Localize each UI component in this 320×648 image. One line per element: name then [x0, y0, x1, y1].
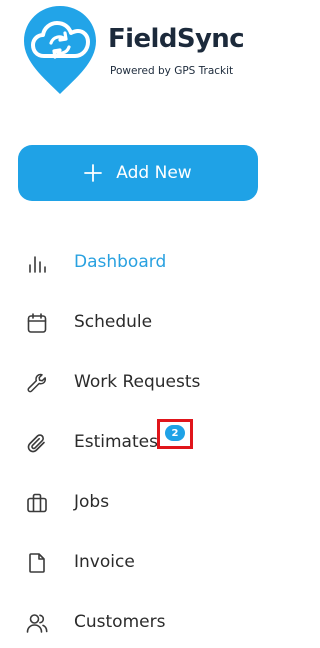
- sidebar-item-label: Work Requests: [74, 372, 201, 392]
- brand-name: FieldSync: [108, 24, 245, 54]
- calendar-icon: [26, 312, 48, 334]
- sidebar-item-work-requests[interactable]: Work Requests: [0, 361, 279, 405]
- sidebar-item-dashboard[interactable]: Dashboard: [0, 241, 279, 285]
- sidebar-item-jobs[interactable]: Jobs: [0, 481, 279, 525]
- sidebar-item-label: Estimates: [74, 432, 158, 452]
- sidebar-item-label: Invoice: [74, 552, 135, 572]
- sidebar-item-estimates[interactable]: Estimates: [0, 421, 279, 465]
- estimates-badge-highlight: 2: [157, 419, 193, 449]
- briefcase-icon: [26, 492, 48, 514]
- sidebar-item-label: Jobs: [74, 492, 110, 512]
- paperclip-icon: [26, 432, 48, 454]
- users-icon: [26, 612, 48, 634]
- sidebar-item-invoice[interactable]: Invoice: [0, 541, 279, 585]
- count-badge: 2: [165, 425, 185, 441]
- cloud-sync-pin-icon: [24, 6, 96, 94]
- add-new-label: Add New: [116, 163, 192, 183]
- sidebar-item-label: Customers: [74, 612, 166, 632]
- bar-chart-icon: [26, 252, 48, 274]
- plus-icon: [84, 164, 103, 182]
- sidebar: FieldSync Powered by GPS Trackit Add New…: [0, 0, 279, 648]
- sidebar-item-schedule[interactable]: Schedule: [0, 301, 279, 345]
- add-new-button[interactable]: Add New: [18, 145, 258, 201]
- wrench-icon: [26, 372, 48, 394]
- sidebar-item-label: Dashboard: [74, 252, 167, 272]
- document-icon: [26, 552, 48, 574]
- brand-tagline: Powered by GPS Trackit: [110, 65, 234, 77]
- sidebar-item-customers[interactable]: Customers: [0, 601, 279, 645]
- sidebar-item-label: Schedule: [74, 312, 153, 332]
- brand-logo[interactable]: FieldSync Powered by GPS Trackit: [22, 4, 262, 96]
